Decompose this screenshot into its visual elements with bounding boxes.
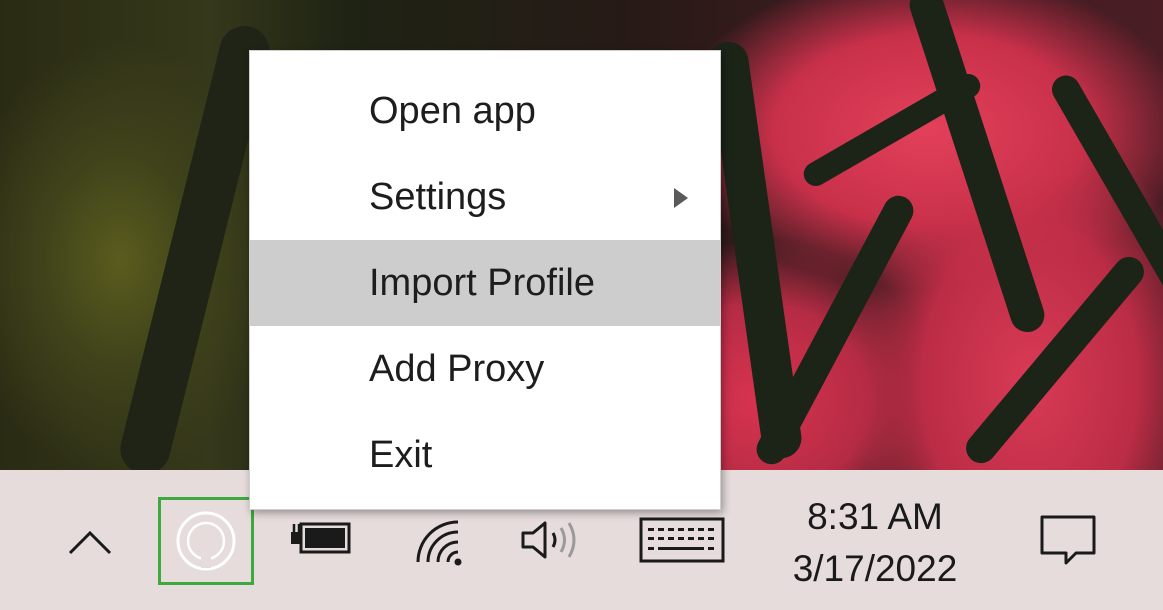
menu-item-label: Add Proxy — [369, 347, 545, 390]
network-button[interactable] — [410, 515, 470, 567]
menu-item-label: Import Profile — [369, 261, 595, 304]
battery-button[interactable] — [288, 515, 354, 561]
wifi-icon — [416, 520, 462, 566]
menu-item-label: Exit — [369, 433, 433, 476]
chevron-up-icon — [68, 530, 112, 555]
wallpaper-vein — [905, 0, 1049, 337]
battery-icon — [291, 522, 351, 554]
wallpaper-vein — [1046, 70, 1163, 310]
show-hidden-icons-button[interactable] — [62, 520, 118, 566]
menu-item-import-profile[interactable]: Import Profile — [250, 240, 720, 326]
wallpaper-vein — [959, 250, 1151, 470]
touch-keyboard-button[interactable] — [636, 514, 728, 566]
clock-time: 8:31 AM — [807, 496, 943, 537]
app-tray-icon — [176, 511, 236, 571]
menu-item-label: Open app — [369, 89, 536, 132]
menu-item-add-proxy[interactable]: Add Proxy — [250, 326, 720, 412]
notification-icon — [1040, 515, 1096, 565]
menu-item-open-app[interactable]: Open app — [250, 68, 720, 154]
menu-item-exit[interactable]: Exit — [250, 412, 720, 498]
menu-item-settings[interactable]: Settings — [250, 154, 720, 240]
keyboard-icon — [639, 517, 725, 563]
action-center-button[interactable] — [1030, 508, 1106, 574]
clock-date: 3/17/2022 — [792, 548, 958, 589]
app-tray-icon-button[interactable] — [158, 497, 254, 585]
context-menu: Open app Settings Import Profile Add Pro… — [249, 50, 721, 510]
volume-icon — [521, 521, 576, 559]
clock[interactable]: 8:31 AM 3/17/2022 — [760, 488, 990, 598]
submenu-arrow-icon — [674, 188, 688, 208]
menu-item-label: Settings — [369, 175, 507, 218]
volume-button[interactable] — [516, 514, 582, 566]
